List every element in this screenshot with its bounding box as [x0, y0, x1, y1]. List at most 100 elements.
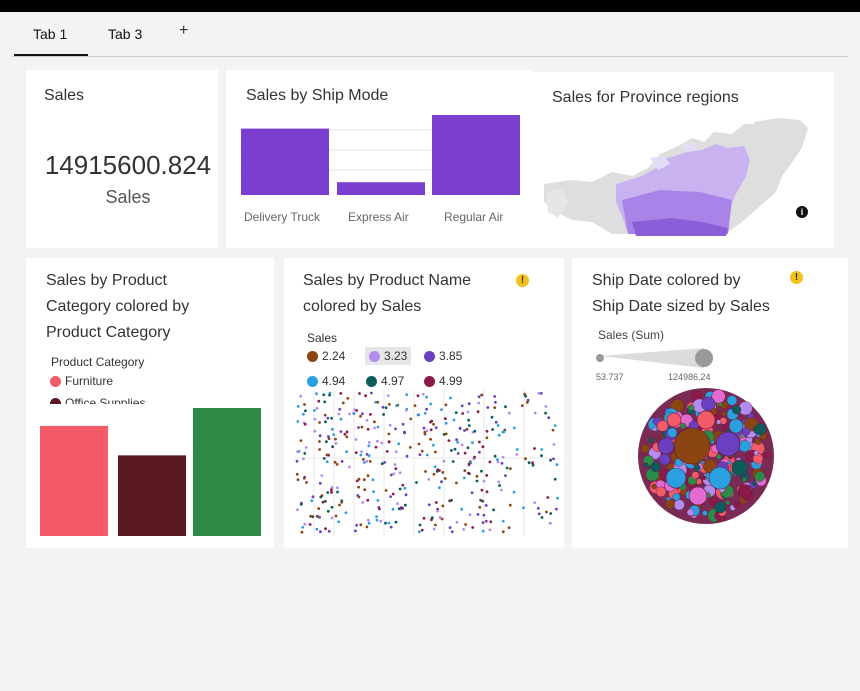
scatter-point — [493, 406, 497, 409]
scatter-point — [467, 462, 471, 466]
scatter-point — [441, 471, 445, 474]
bubble — [648, 437, 654, 443]
scatter-point — [409, 417, 413, 421]
scatter-point — [381, 405, 385, 409]
scatter-point — [462, 528, 465, 531]
bubble — [754, 471, 766, 482]
kpi-card-sales[interactable]: Sales 14915600.824 Sales — [26, 70, 218, 248]
info-icon[interactable]: ! — [790, 271, 803, 284]
scatter-point — [334, 437, 337, 441]
scatter-point — [376, 499, 380, 502]
scatter-point — [369, 413, 372, 416]
bubble — [655, 486, 667, 498]
bubble — [752, 453, 764, 464]
scatter-point — [299, 394, 303, 398]
scatter-point — [387, 432, 391, 436]
bubble — [673, 499, 685, 511]
scatter-point — [476, 513, 480, 516]
scatter-point — [500, 461, 504, 465]
legend-item[interactable]: 4.94 — [307, 374, 345, 388]
scatter-point — [317, 507, 321, 510]
scatter-point — [401, 483, 405, 487]
scatter-point — [425, 429, 429, 433]
bubble-large — [728, 418, 744, 434]
info-icon[interactable]: ! — [516, 274, 529, 287]
ship-date-bubble-pack — [638, 388, 774, 524]
scatter-point — [425, 395, 428, 399]
tab-3[interactable]: Tab 3 — [108, 26, 142, 42]
scatter-point — [434, 450, 437, 454]
legend-swatch — [366, 375, 377, 387]
scatter-point — [375, 518, 379, 522]
tab-1[interactable]: Tab 1 — [33, 26, 67, 42]
bubble — [753, 450, 759, 456]
scatter-point — [362, 461, 366, 464]
bubble — [656, 420, 669, 432]
scatter-point — [467, 424, 471, 427]
scatter-point — [461, 412, 465, 415]
scatter-point — [496, 458, 499, 461]
product-name-card[interactable]: Sales by Product Name colored by Sales !… — [284, 258, 564, 548]
bar — [193, 408, 261, 536]
scatter-point — [401, 422, 405, 426]
scatter-point — [512, 490, 516, 494]
bubble — [652, 426, 658, 432]
scatter-point — [420, 449, 424, 453]
product-category-card[interactable]: Sales by Product Category colored by Pro… — [26, 258, 274, 548]
scatter-point — [423, 411, 427, 415]
scatter-point — [324, 420, 327, 424]
scatter-point — [540, 448, 544, 451]
legend-item[interactable]: 4.97 — [366, 374, 404, 388]
legend-item-selected[interactable]: 3.23 — [365, 347, 412, 365]
scatter-point — [547, 416, 551, 420]
bubble — [754, 423, 767, 436]
province-map-card[interactable]: Sales for Province regions i — [532, 72, 834, 248]
scatter-point — [372, 490, 375, 493]
scatter-point — [355, 523, 358, 527]
scatter-point — [433, 465, 437, 469]
map-info-icon[interactable]: i — [796, 206, 808, 218]
bar — [337, 182, 425, 195]
ship-date-card[interactable]: Ship Date colored by Ship Date sized by … — [572, 258, 848, 548]
scatter-point — [360, 450, 363, 453]
bar — [432, 115, 520, 195]
scatter-point — [444, 421, 448, 425]
scatter-point — [496, 460, 500, 464]
scatter-point — [345, 435, 349, 439]
scatter-point — [491, 428, 494, 431]
scatter-point — [462, 476, 466, 480]
scatter-point — [488, 528, 492, 532]
legend-label: 4.99 — [439, 374, 463, 388]
add-tab-button[interactable]: + — [179, 22, 188, 40]
scatter-point — [405, 408, 408, 412]
scatter-point — [296, 478, 300, 482]
bubble-large — [696, 410, 716, 430]
scatter-point — [556, 496, 559, 500]
legend-item[interactable]: 2.24 — [307, 349, 345, 363]
scatter-point — [340, 500, 344, 504]
legend-item[interactable]: 3.85 — [424, 349, 462, 363]
scatter-point — [348, 412, 351, 416]
bubble — [716, 454, 722, 460]
scatter-point — [478, 505, 482, 509]
bar — [241, 128, 329, 195]
bubble — [742, 477, 747, 483]
scatter-point — [403, 430, 406, 434]
bubble — [716, 419, 722, 425]
scatter-point — [339, 430, 343, 433]
scatter-point — [427, 503, 431, 507]
ship-mode-card[interactable]: Sales by Ship Mode Delivery Truck Expres… — [226, 70, 532, 248]
scatter-point — [485, 490, 489, 494]
legend-item[interactable]: 4.99 — [424, 374, 462, 388]
bar — [118, 455, 186, 536]
legend-swatch — [424, 375, 435, 387]
scatter-point — [359, 414, 362, 418]
scatter-point — [302, 476, 306, 480]
scatter-point — [330, 488, 333, 492]
product-name-title-line: colored by Sales — [303, 298, 422, 315]
scatter-point — [432, 422, 435, 426]
scatter-point — [319, 495, 323, 499]
scatter-point — [515, 453, 519, 456]
scatter-point — [422, 426, 426, 430]
scatter-point — [546, 496, 550, 499]
